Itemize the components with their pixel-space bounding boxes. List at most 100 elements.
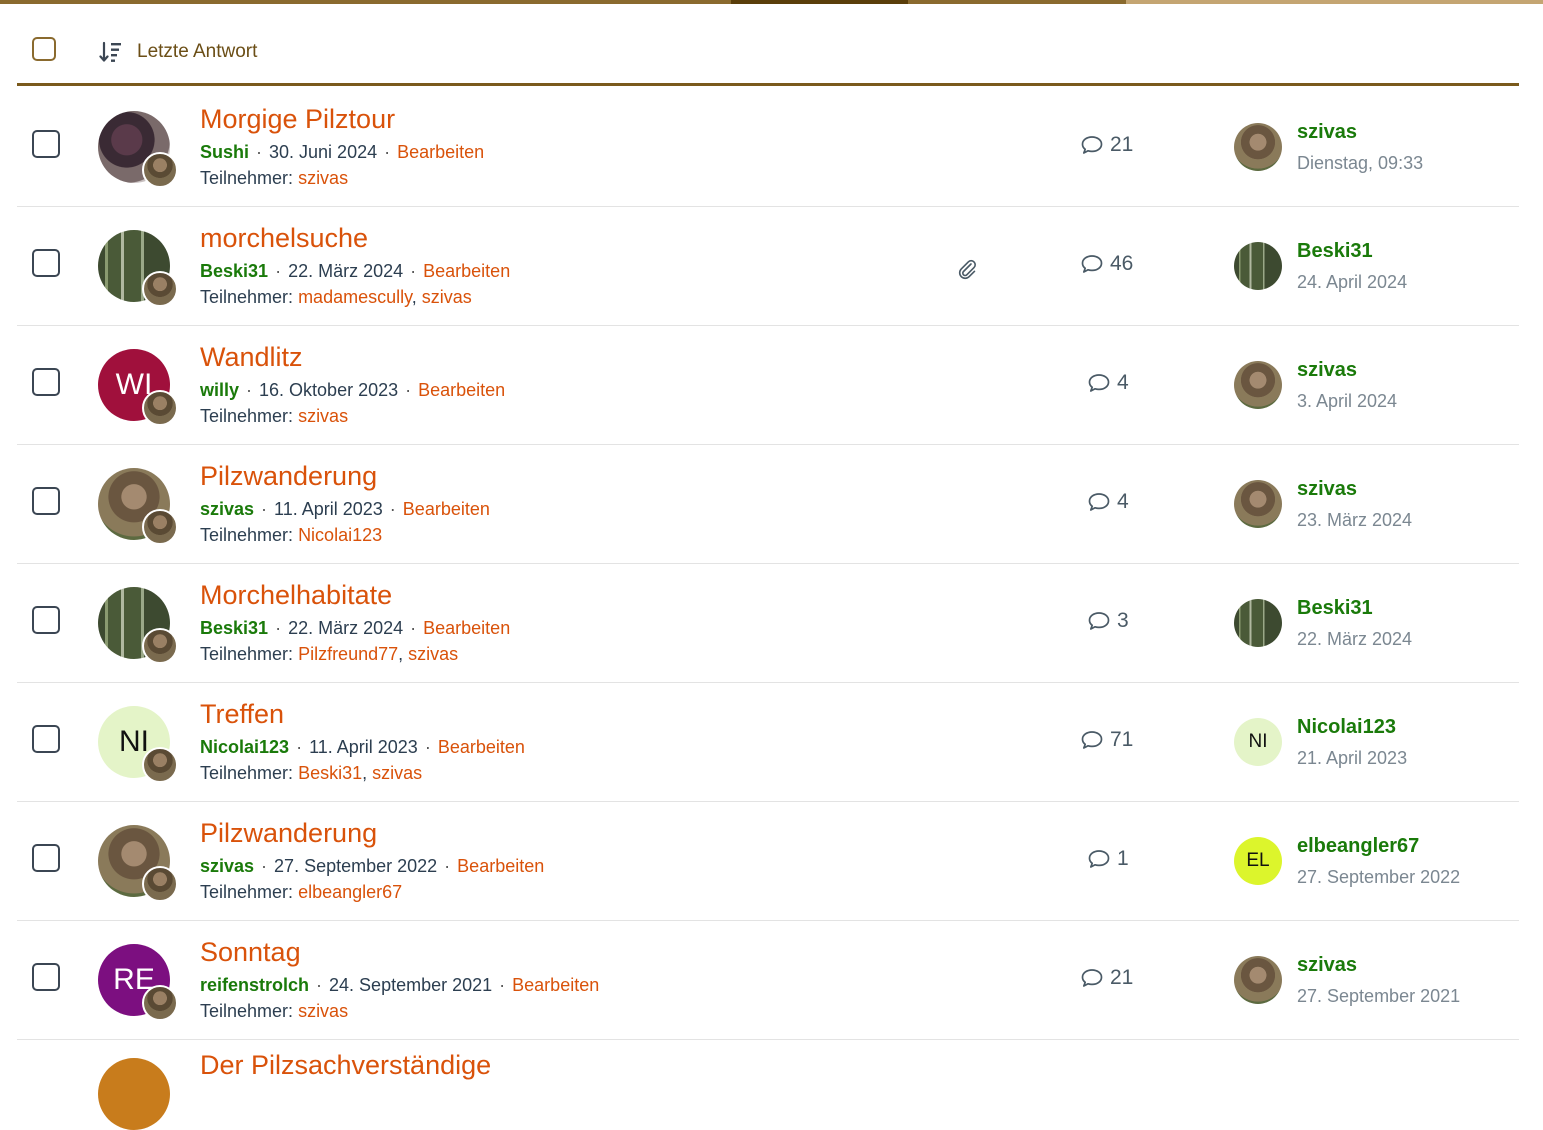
participant-link[interactable]: szivas [422,287,472,307]
row-checkbox[interactable] [32,130,60,158]
avatar[interactable] [98,1058,170,1130]
reply-count-value: 46 [1110,252,1134,275]
start-date[interactable]: 24. September 2021 [329,975,492,995]
last-poster-avatar[interactable]: NI [1234,718,1282,766]
conversation-row[interactable]: Morchelhabitate Beski31 · 22. März 2024 · Bea… [17,564,1519,683]
row-checkbox[interactable] [32,606,60,634]
start-date[interactable]: 22. März 2024 [288,261,403,281]
last-poster-avatar[interactable]: EL [1234,837,1282,885]
participant-link[interactable]: Beski31 [298,763,362,783]
conversation-row[interactable]: WI Wandlitz willy · 16. Oktober 2023 · Bearbei… [17,326,1519,445]
conversation-title[interactable]: Treffen [200,699,284,730]
edit-link[interactable]: Bearbeiten [512,975,599,995]
start-date[interactable]: 27. September 2022 [274,856,437,876]
last-post-date[interactable]: 23. März 2024 [1297,510,1412,531]
conversation-row[interactable]: Pilzwanderung szivas · 11. April 2023 · Bearb… [17,445,1519,564]
start-date[interactable]: 22. März 2024 [288,618,403,638]
last-poster-name[interactable]: szivas [1297,954,1357,977]
conversation-title[interactable]: Wandlitz [200,342,303,373]
last-poster-name[interactable]: szivas [1297,478,1357,501]
last-post-date[interactable]: 24. April 2024 [1297,272,1407,293]
author-link[interactable]: Beski31 [200,618,268,638]
author-link[interactable]: szivas [200,856,254,876]
conversation-title[interactable]: Pilzwanderung [200,818,377,849]
last-post-date[interactable]: 21. April 2023 [1297,748,1407,769]
last-poster-name[interactable]: szivas [1297,359,1357,382]
row-checkbox[interactable] [32,368,60,396]
last-poster-avatar[interactable] [1234,599,1282,647]
conversation-title[interactable]: Pilzwanderung [200,461,377,492]
author-link[interactable]: szivas [200,499,254,519]
conversation-title[interactable]: Morgige Pilztour [200,104,395,135]
participant-link[interactable]: szivas [372,763,422,783]
sort-label[interactable]: Letzte Antwort [137,41,257,63]
start-date[interactable]: 11. April 2023 [309,737,418,757]
sort-descending-icon[interactable] [99,40,123,64]
last-post-date[interactable]: 27. September 2022 [1297,867,1460,888]
participant-link[interactable]: szivas [298,168,348,188]
edit-link[interactable]: Bearbeiten [397,142,484,162]
last-post-date[interactable]: 27. September 2021 [1297,986,1460,1007]
last-post-date[interactable]: Dienstag, 09:33 [1297,153,1423,174]
row-checkbox[interactable] [32,844,60,872]
last-poster-avatar[interactable] [1234,480,1282,528]
conversation-row[interactable]: Pilzwanderung szivas · 27. September 2022 · B… [17,802,1519,921]
conversation-title[interactable]: Der Pilzsachverständige [200,1050,491,1081]
last-poster-name[interactable]: elbeangler67 [1297,835,1419,858]
row-checkbox[interactable] [32,963,60,991]
participant-link[interactable]: szivas [298,406,348,426]
last-poster-avatar[interactable] [1234,956,1282,1004]
last-post-date[interactable]: 22. März 2024 [1297,629,1412,650]
participant-link[interactable]: elbeangler67 [298,882,402,902]
last-poster-name[interactable]: Beski31 [1297,240,1373,263]
separator: · [444,856,451,876]
edit-link[interactable]: Bearbeiten [423,261,510,281]
conversation-title[interactable]: morchelsuche [200,223,368,254]
conversation-row[interactable]: morchelsuche Beski31 · 22. März 2024 · Bearbe… [17,207,1519,326]
last-poster-name[interactable]: szivas [1297,121,1357,144]
last-poster-name[interactable]: Nicolai123 [1297,716,1396,739]
last-post-date[interactable]: 3. April 2024 [1297,391,1397,412]
participant-link[interactable]: Nicolai123 [298,525,382,545]
participant-link[interactable]: Pilzfreund77 [298,644,398,664]
separator: · [275,618,282,638]
last-poster-avatar[interactable] [1234,242,1282,290]
participant-link[interactable]: szivas [298,1001,348,1021]
last-poster-avatar[interactable] [1234,123,1282,171]
conversation-row[interactable]: RE Sonntag reifenstrolch · 24. September 202… [17,921,1519,1040]
speech-bubble-icon [1088,493,1110,511]
last-poster-name[interactable]: Beski31 [1297,597,1373,620]
edit-link[interactable]: Bearbeiten [418,380,505,400]
start-date[interactable]: 11. April 2023 [274,499,383,519]
row-checkbox[interactable] [32,487,60,515]
row-checkbox[interactable] [32,725,60,753]
author-link[interactable]: Nicolai123 [200,737,289,757]
author-link[interactable]: Beski31 [200,261,268,281]
separator: · [405,380,412,400]
edit-link[interactable]: Bearbeiten [423,618,510,638]
last-poster-avatar[interactable] [1234,361,1282,409]
row-checkbox[interactable] [32,249,60,277]
conversation-title[interactable]: Sonntag [200,937,301,968]
participants-label: Teilnehmer: [200,1001,294,1021]
participants-label: Teilnehmer: [200,406,294,426]
edit-link[interactable]: Bearbeiten [457,856,544,876]
avatar-initials: NI [1248,731,1268,752]
start-date[interactable]: 16. Oktober 2023 [259,380,398,400]
participant-link[interactable]: madamescully [298,287,412,307]
edit-link[interactable]: Bearbeiten [403,499,490,519]
comma: , [398,644,409,664]
conversation-row[interactable]: Morgige Pilztour Sushi · 30. Juni 2024 · Bear… [17,88,1519,207]
paperclip-icon [958,259,976,280]
participant-link[interactable]: szivas [408,644,458,664]
author-link[interactable]: reifenstrolch [200,975,309,995]
participants-line: Teilnehmer: elbeangler67 [200,882,402,903]
author-link[interactable]: willy [200,380,239,400]
author-link[interactable]: Sushi [200,142,249,162]
edit-link[interactable]: Bearbeiten [438,737,525,757]
start-date[interactable]: 30. Juni 2024 [269,142,377,162]
select-all-checkbox[interactable] [32,37,56,61]
conversation-title[interactable]: Morchelhabitate [200,580,392,611]
participants-line: Teilnehmer: szivas [200,168,348,189]
conversation-row[interactable]: NI Treffen Nicolai123 · 11. April 2023 · Bearb… [17,683,1519,802]
